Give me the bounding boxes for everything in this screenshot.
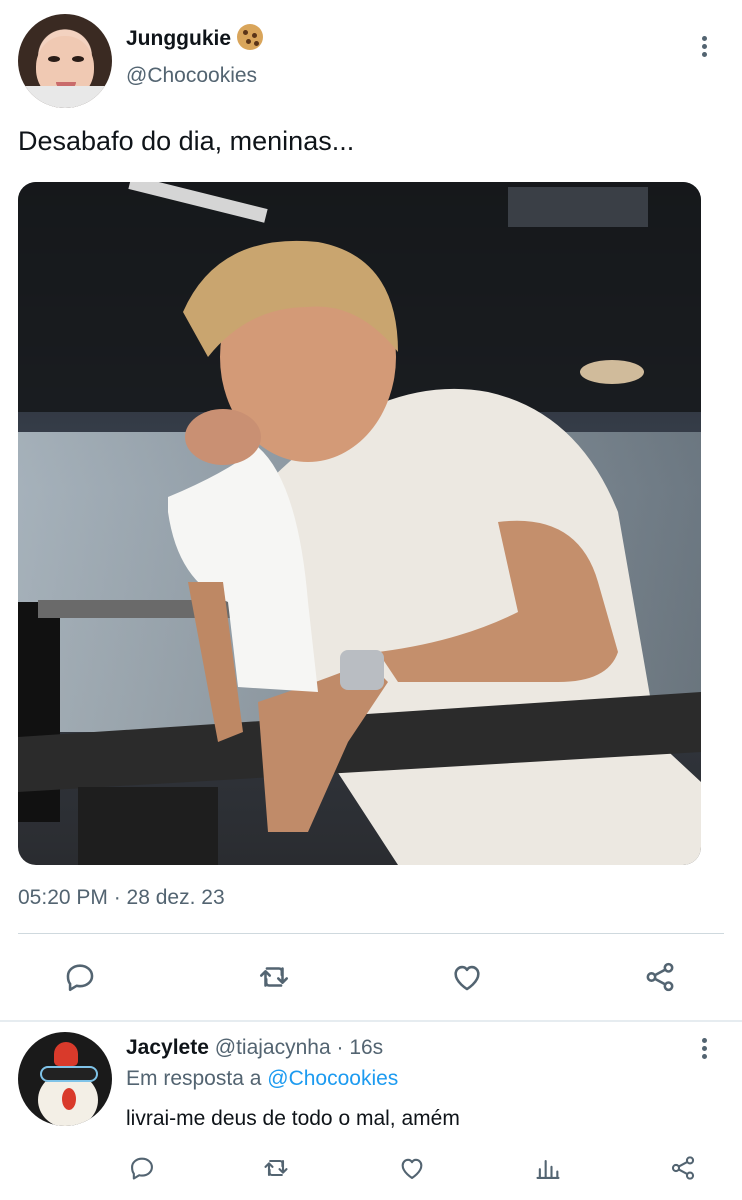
author-avatar[interactable]	[18, 14, 112, 108]
media-photo	[18, 182, 701, 865]
divider	[18, 933, 724, 934]
reply-handle[interactable]: @tiajacynha	[215, 1036, 331, 1059]
replying-to: Em resposta a @Chocookies	[126, 1067, 398, 1091]
like-icon	[454, 965, 480, 991]
replying-to-mention[interactable]: @Chocookies	[267, 1067, 398, 1090]
replying-to-prefix: Em resposta a	[126, 1067, 262, 1090]
share-icon	[646, 962, 674, 992]
reply-like-button[interactable]	[394, 1150, 430, 1186]
cookie-icon	[237, 24, 264, 50]
more-options-icon[interactable]	[694, 34, 714, 58]
reply-text: livrai-me deus de todo o mal, amém	[126, 1107, 460, 1130]
retweet-icon	[259, 967, 289, 987]
analytics-icon	[536, 1159, 560, 1179]
reply-share-button[interactable]	[665, 1150, 701, 1186]
author-handle[interactable]: @Chocookies	[126, 64, 257, 88]
meta-separator: ·	[336, 1036, 344, 1059]
reply-avatar[interactable]	[18, 1032, 112, 1126]
reply-icon	[66, 964, 94, 992]
reply-more-options-icon[interactable]	[694, 1036, 714, 1060]
retweet-button[interactable]	[252, 955, 296, 999]
like-button[interactable]	[445, 955, 489, 999]
reply-display-name[interactable]: Jacylete	[126, 1036, 209, 1059]
reply-reply-button[interactable]	[124, 1150, 160, 1186]
reply-analytics-button[interactable]	[530, 1150, 566, 1186]
share-icon	[671, 1156, 695, 1180]
retweet-icon	[264, 1159, 288, 1177]
reply-header: Jacylete @tiajacynha · 16s	[126, 1036, 383, 1060]
reply-actions	[0, 1150, 742, 1186]
tweet-media[interactable]	[18, 182, 701, 865]
reply-button[interactable]	[58, 955, 102, 999]
tweet-text: Desabafo do dia, meninas...	[18, 126, 355, 156]
reply-retweet-button[interactable]	[258, 1150, 294, 1186]
tweet: Junggukie @Chocookies Desabafo do dia, m…	[0, 0, 742, 1020]
tweet-actions	[0, 955, 742, 999]
like-icon	[401, 1158, 423, 1179]
reply-time[interactable]: 16s	[349, 1036, 383, 1059]
author-display-name[interactable]: Junggukie	[126, 24, 264, 51]
tweet-timestamp[interactable]: 05:20 PM · 28 dez. 23	[18, 886, 225, 910]
reply-tweet: Jacylete @tiajacynha · 16s Em resposta a…	[0, 1022, 742, 1200]
reply-icon	[131, 1157, 153, 1180]
share-button[interactable]	[638, 955, 682, 999]
